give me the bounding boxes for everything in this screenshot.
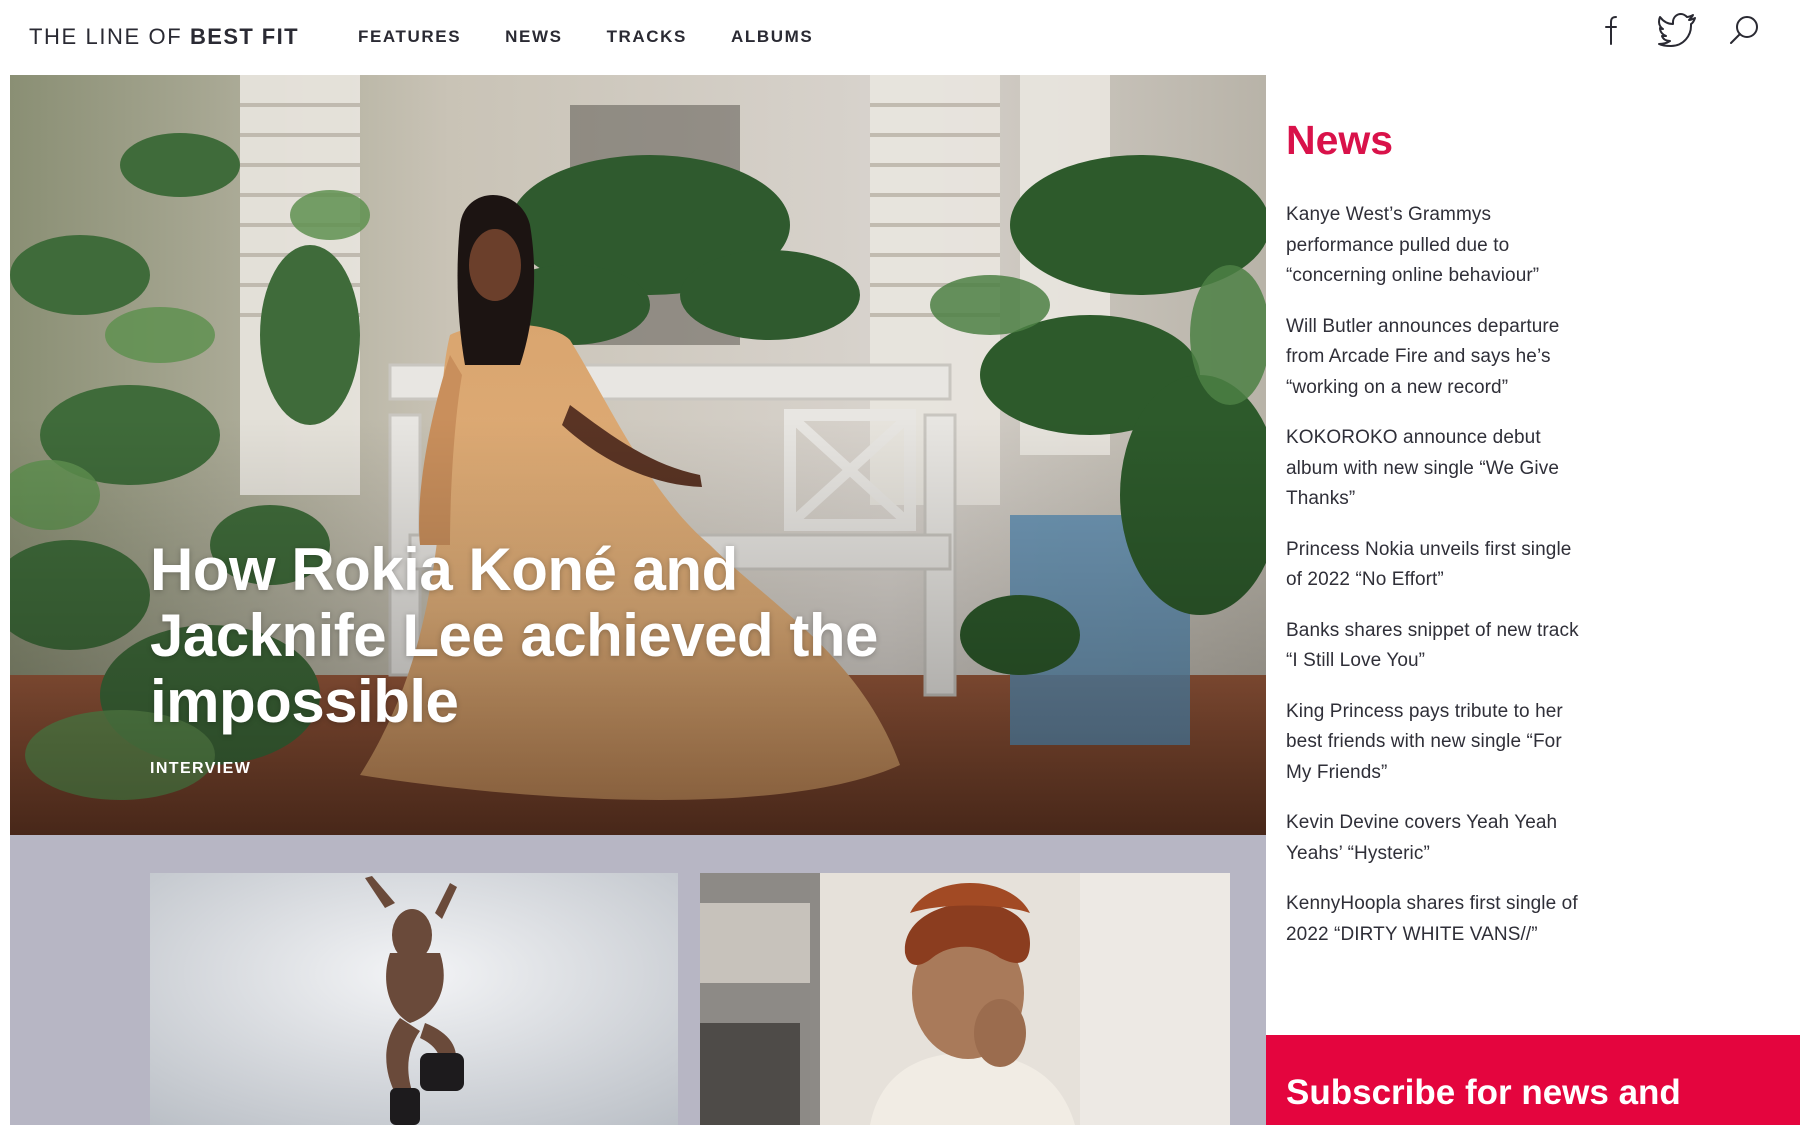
nav-albums[interactable]: ALBUMS (731, 27, 813, 47)
main-nav: FEATURES NEWS TRACKS ALBUMS (358, 27, 857, 47)
news-list: Kanye West’s Grammys performance pulled … (1286, 200, 1586, 970)
hero-feature[interactable]: How Rokia Koné and Jacknife Lee achieved… (10, 75, 1266, 835)
news-sidebar: News Kanye West’s Grammys performance pu… (1266, 75, 1800, 1125)
facebook-icon[interactable] (1592, 10, 1632, 50)
article-card[interactable] (700, 873, 1230, 1125)
article-card-image (150, 873, 678, 1125)
search-icon[interactable] (1724, 10, 1764, 50)
hero-title[interactable]: How Rokia Koné and Jacknife Lee achieved… (150, 537, 910, 735)
hero-category-tag[interactable]: INTERVIEW (150, 760, 251, 778)
nav-features[interactable]: FEATURES (358, 27, 461, 47)
subscribe-title: Subscribe for news and competitions (1286, 1073, 1681, 1125)
article-card[interactable] (150, 873, 678, 1125)
news-item[interactable]: Will Butler announces departure from Arc… (1286, 312, 1586, 404)
news-item[interactable]: Banks shares snippet of new track “I Sti… (1286, 616, 1586, 677)
nav-news[interactable]: NEWS (505, 27, 562, 47)
article-grid (10, 835, 1266, 1125)
news-item[interactable]: Princess Nokia unveils first single of 2… (1286, 535, 1586, 596)
news-heading[interactable]: News (1286, 117, 1393, 164)
site-logo[interactable]: THE LINE OF BEST FIT (29, 24, 299, 50)
subscribe-banner[interactable]: Subscribe for news and competitions (1266, 1035, 1800, 1125)
article-card-image (700, 873, 1230, 1125)
site-header: THE LINE OF BEST FIT FEATURES NEWS TRACK… (0, 0, 1800, 75)
news-item[interactable]: King Princess pays tribute to her best f… (1286, 697, 1586, 789)
logo-light-text: THE LINE OF (29, 24, 190, 49)
news-item[interactable]: Kanye West’s Grammys performance pulled … (1286, 200, 1586, 292)
news-item[interactable]: KOKOROKO announce debut album with new s… (1286, 423, 1586, 515)
logo-bold-text: BEST FIT (190, 24, 299, 49)
social-links (1592, 10, 1764, 50)
news-item[interactable]: Kevin Devine covers Yeah Yeah Yeahs’ “Hy… (1286, 808, 1586, 869)
twitter-icon[interactable] (1658, 10, 1698, 50)
nav-tracks[interactable]: TRACKS (607, 27, 687, 47)
news-item[interactable]: KennyHoopla shares first single of 2022 … (1286, 889, 1586, 950)
